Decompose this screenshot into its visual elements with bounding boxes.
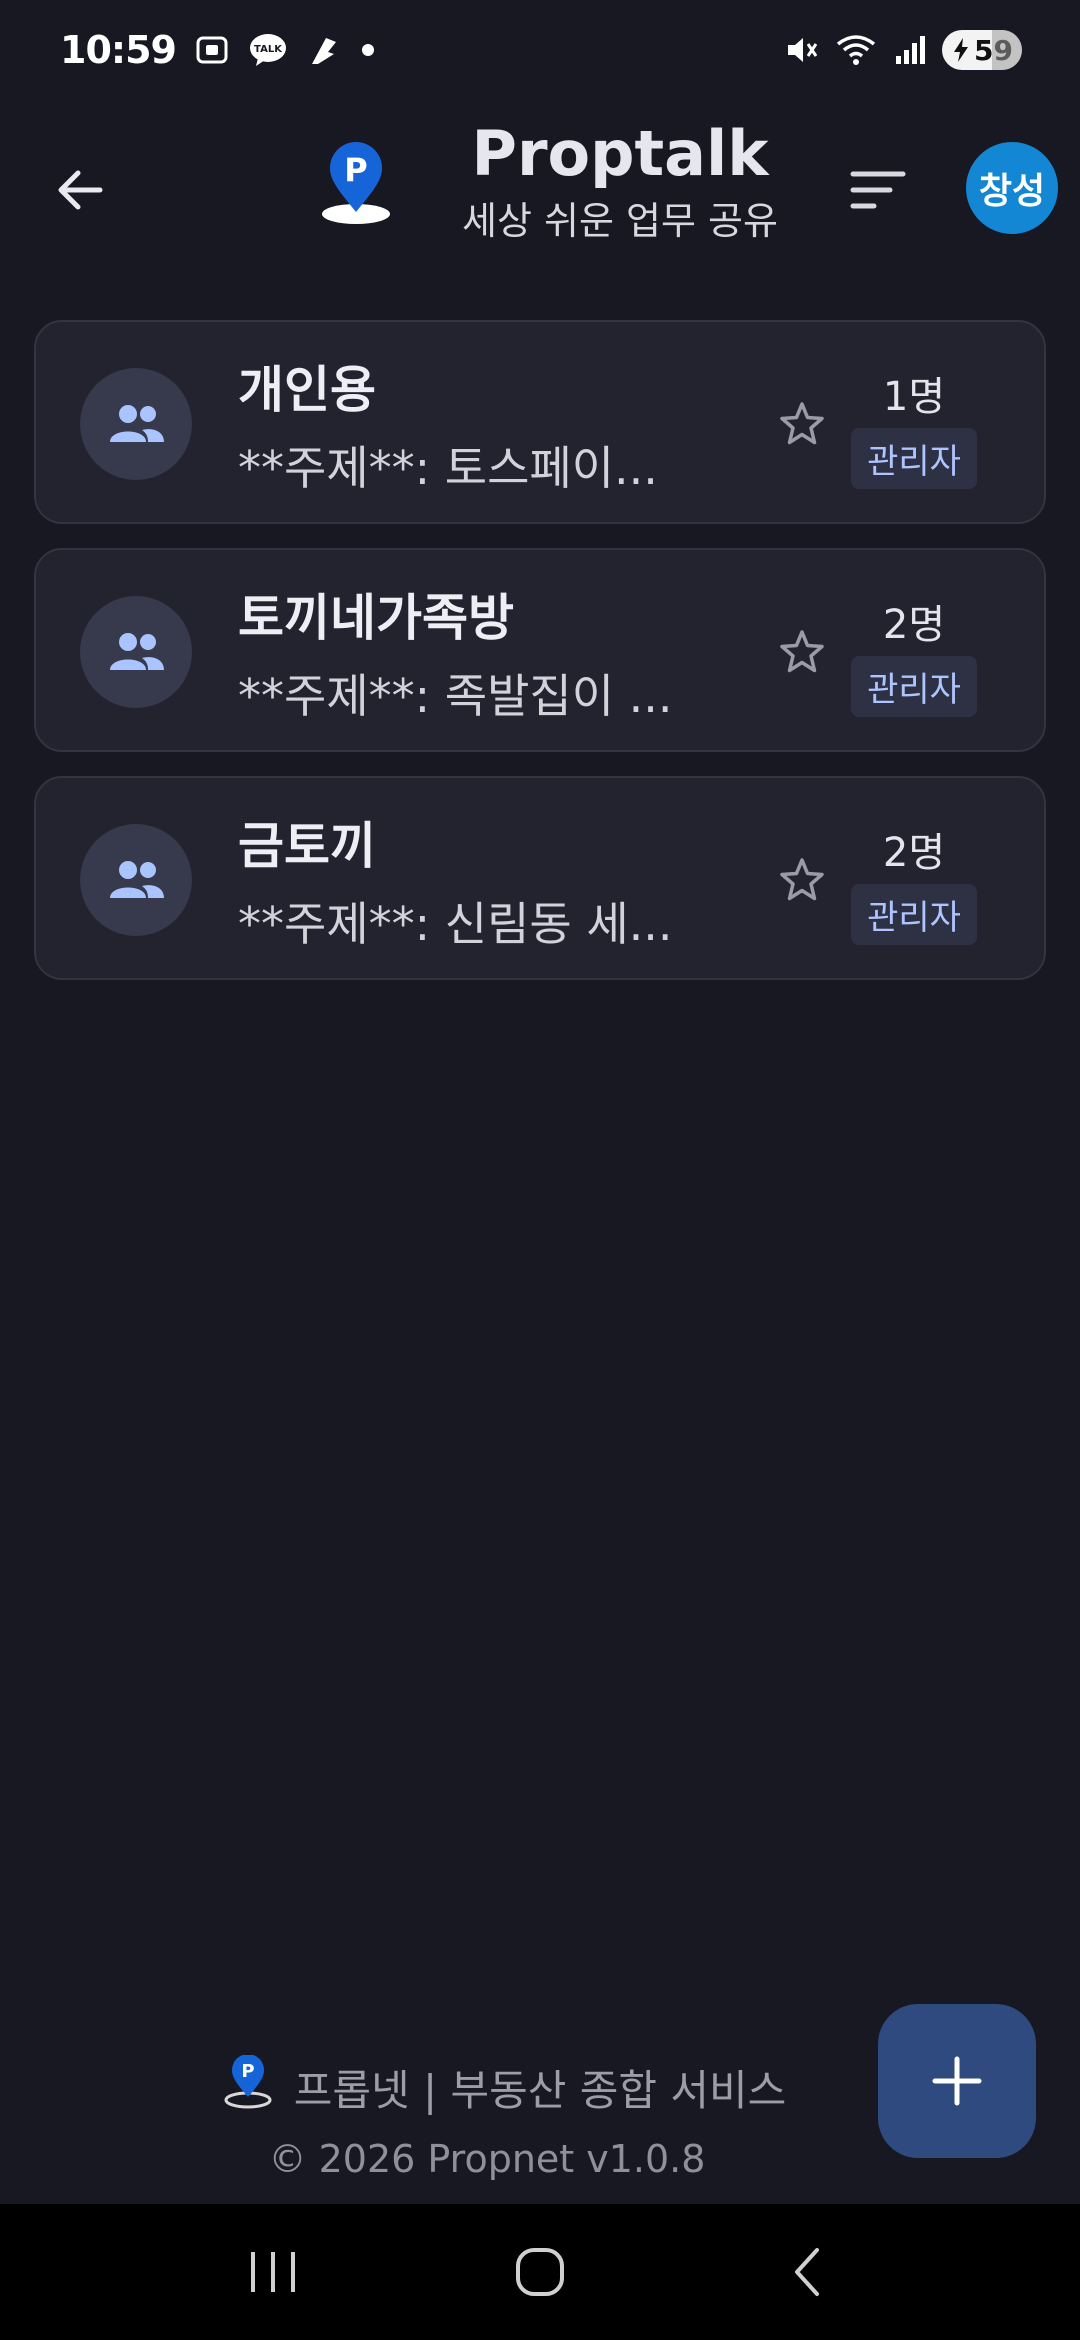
room-name: 토끼네가족방 [238,589,514,647]
group-icon [80,596,192,708]
member-count: 2명 [882,830,946,876]
svg-text:P: P [241,2061,254,2082]
back-button[interactable] [40,150,120,230]
svg-text:P: P [344,151,367,189]
title-block: Proptalk 세상 쉬운 업무 공유 [440,117,800,245]
add-room-button[interactable] [878,2004,1036,2158]
room-meta: 2명 관리자 [844,820,984,945]
svg-text:TALK: TALK [254,44,283,55]
room-card[interactable]: 개인용 **주제**: 토스페이... 1명 관리자 [34,320,1046,524]
mute-icon [784,32,820,68]
member-count: 1명 [882,374,946,420]
user-avatar[interactable]: 창성 [966,142,1058,234]
room-list: 개인용 **주제**: 토스페이... 1명 관리자 토끼네가족방 **주제**… [34,320,1046,1004]
wifi-icon [834,32,878,68]
room-meta: 1명 관리자 [844,364,984,489]
app-notification-icon [306,32,342,68]
favorite-button[interactable] [772,622,832,682]
app-subtitle: 세상 쉬운 업무 공유 [462,199,778,244]
app-header: P Proptalk 세상 쉬운 업무 공유 창성 [0,110,1080,260]
room-name: 금토끼 [238,817,376,875]
favorite-button[interactable] [772,850,832,910]
recent-apps-button[interactable] [213,2222,333,2322]
kakaotalk-icon: TALK [248,32,288,68]
room-topic: **주제**: 토스페이... [238,441,658,495]
room-card[interactable]: 토끼네가족방 **주제**: 족발집이 ... 2명 관리자 [34,548,1046,752]
home-button[interactable] [480,2222,600,2322]
role-badge: 관리자 [851,656,977,717]
star-outline-icon [780,858,824,901]
member-count: 2명 [882,602,946,648]
star-outline-icon [780,402,824,445]
room-card[interactable]: 금토끼 **주제**: 신림동 세... 2명 관리자 [34,776,1046,980]
recent-apps-icon [251,2252,296,2292]
star-outline-icon [780,630,824,673]
room-topic: **주제**: 신림동 세... [238,897,673,951]
propnet-logo-icon: P [224,2054,272,2119]
chevron-left-icon [794,2248,819,2296]
app-title: Proptalk [471,117,769,190]
proptalk-logo-icon: P [318,140,394,230]
arrow-left-icon [58,170,103,210]
battery-level: 59 [974,33,1013,67]
signal-icon [892,32,928,68]
role-badge: 관리자 [851,884,977,945]
room-name: 개인용 [238,361,376,419]
room-meta: 2명 관리자 [844,592,984,717]
plus-icon [932,2056,982,2106]
room-topic: **주제**: 족발집이 ... [238,669,673,723]
home-icon [515,2248,564,2296]
role-badge: 관리자 [851,428,977,489]
system-nav-bar [0,2204,1080,2340]
dot-icon [360,42,376,58]
battery-icon: 59 [942,30,1022,70]
footer-service-text: 프롭넷 | 부동산 종합 서비스 [293,2065,787,2115]
favorite-button[interactable] [772,394,832,454]
system-back-button[interactable] [747,2222,867,2322]
sort-icon [850,171,906,209]
status-time: 10:59 [60,28,177,72]
group-icon [80,368,192,480]
screenshot-icon [194,32,230,68]
group-icon [80,824,192,936]
status-bar: 10:59 TALK 59 [0,0,1080,100]
sort-button[interactable] [840,152,916,228]
